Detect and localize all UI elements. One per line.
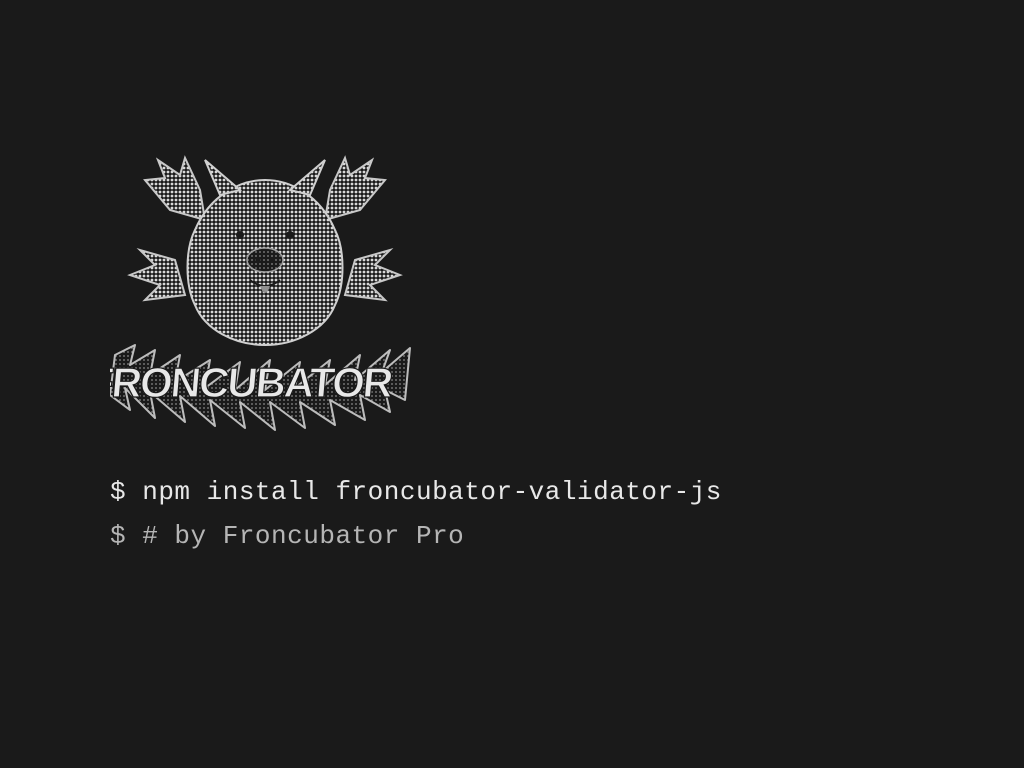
comment-text: # by Froncubator Pro [142, 521, 464, 551]
froncubator-mascot-logo: FRONCUBATOR [110, 150, 420, 440]
terminal-line-comment: $ # by Froncubator Pro [110, 514, 914, 558]
mascot-banner-text: FRONCUBATOR [110, 359, 395, 406]
terminal-line-command: $ npm install froncubator-validator-js [110, 470, 914, 514]
command-text: npm install froncubator-validator-js [142, 477, 722, 507]
prompt-symbol: $ [110, 521, 126, 551]
prompt-symbol: $ [110, 477, 126, 507]
